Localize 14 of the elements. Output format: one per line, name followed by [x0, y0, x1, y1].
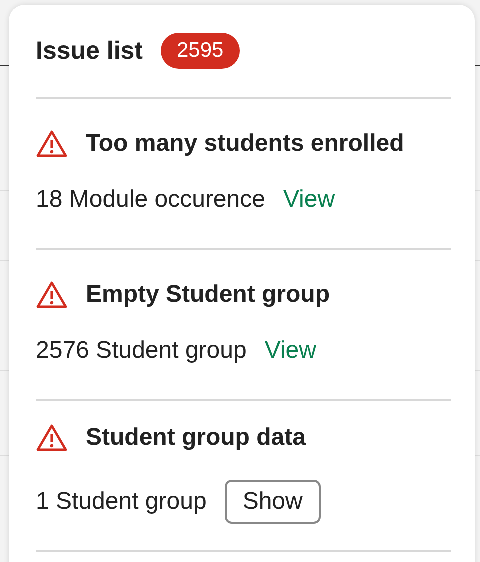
warning-icon — [36, 424, 68, 452]
issue-title: Empty Student group — [86, 280, 330, 308]
panel-title: Issue list — [36, 36, 143, 66]
issue-detail: 1 Student group — [36, 488, 207, 516]
issue-title: Student group data — [86, 424, 306, 452]
issue-detail: 18 Module occurence — [36, 186, 266, 214]
view-link[interactable]: View — [283, 186, 336, 214]
warning-icon — [36, 280, 68, 308]
warning-icon — [36, 130, 68, 158]
view-link[interactable]: View — [264, 336, 316, 364]
show-button[interactable]: Show — [224, 480, 321, 524]
issue-title: Too many students enrolled — [86, 130, 404, 158]
issue-detail: 2576 Student group — [36, 336, 247, 364]
count-badge: 2595 — [161, 33, 240, 69]
